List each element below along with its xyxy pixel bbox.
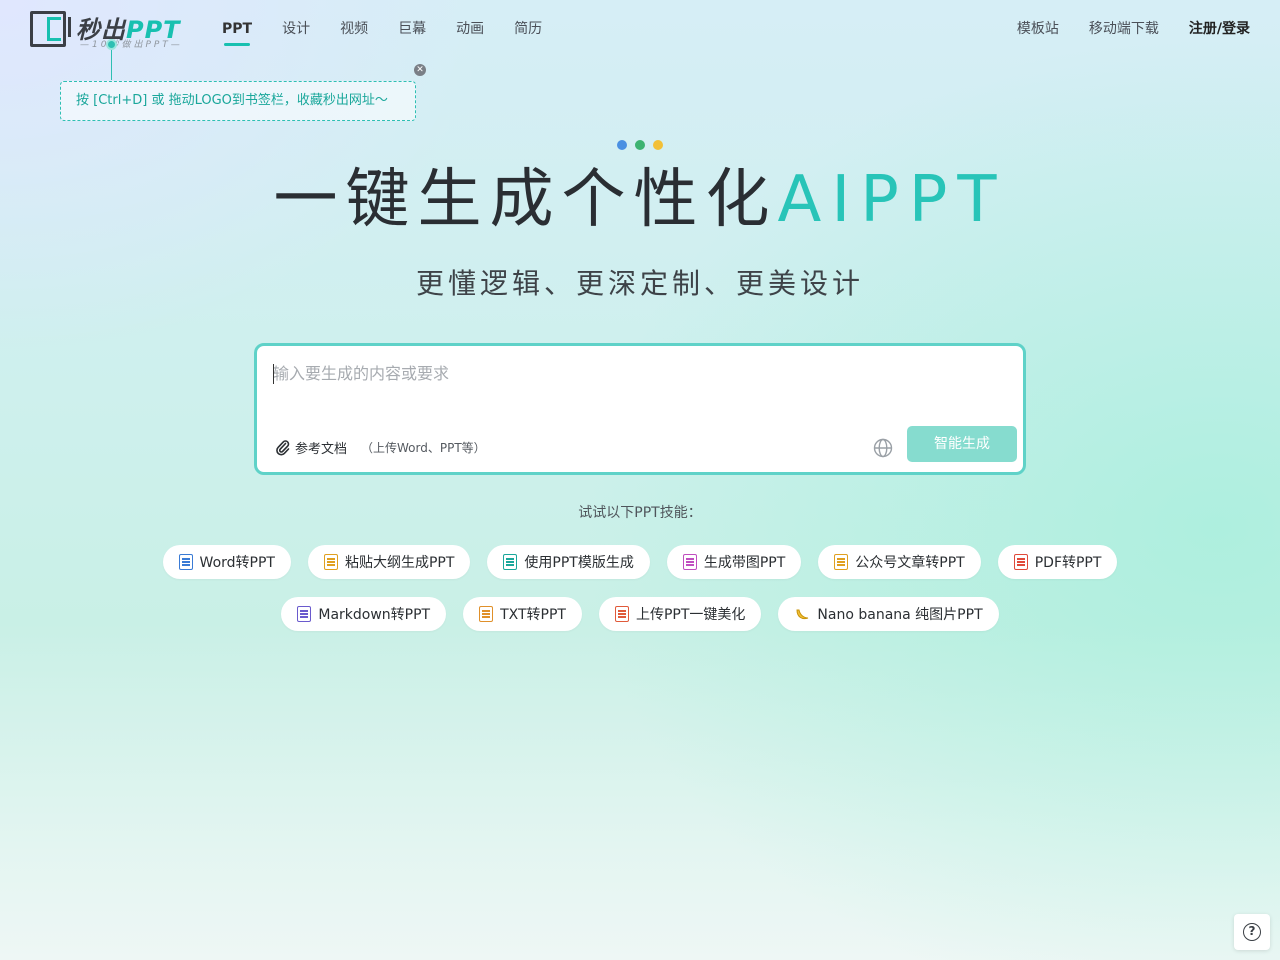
- nav-item-giant-screen[interactable]: 巨幕: [398, 20, 426, 46]
- skill-label: 公众号文章转PPT: [855, 555, 965, 571]
- banana-icon: [796, 609, 809, 620]
- mobile-download-link[interactable]: 移动端下载: [1089, 20, 1159, 38]
- image-doc-icon: [682, 554, 697, 570]
- skill-label: 上传PPT一键美化: [635, 607, 746, 623]
- nav-item-ppt[interactable]: PPT: [222, 20, 252, 46]
- nav-item-animation[interactable]: 动画: [456, 20, 484, 46]
- paperclip-icon: [276, 439, 290, 455]
- globe-icon[interactable]: [871, 436, 895, 460]
- skill-label: Markdown转PPT: [318, 607, 431, 623]
- dot-green: [635, 140, 645, 150]
- attach-hint: （上传Word、PPT等）: [361, 441, 486, 455]
- attach-document-button[interactable]: 参考文档 （上传Word、PPT等）: [275, 438, 486, 457]
- prompt-card: 参考文档 （上传Word、PPT等） 智能生成: [254, 343, 1026, 475]
- skill-word-to-ppt[interactable]: Word转PPT: [162, 545, 291, 579]
- skill-beautify-ppt[interactable]: 上传PPT一键美化: [598, 597, 762, 631]
- skill-label: Word转PPT: [199, 555, 275, 571]
- skill-label: PDF转PPT: [1034, 555, 1102, 571]
- markdown-doc-icon: [297, 606, 312, 622]
- logo-icon: [30, 11, 71, 47]
- hero-title: 一键生成个性化AIPPT: [273, 163, 1007, 237]
- hero-subtitle: 更懂逻辑、更深定制、更美设计: [415, 267, 864, 300]
- skill-pdf-to-ppt[interactable]: PDF转PPT: [997, 545, 1118, 579]
- prompt-input[interactable]: [273, 360, 1003, 420]
- generate-button[interactable]: 智能生成: [907, 426, 1017, 462]
- template-icon: [503, 554, 518, 570]
- txt-doc-icon: [479, 606, 494, 622]
- tip-pointer-dot: [106, 39, 117, 50]
- bookmark-tip: 按 [Ctrl+D] 或 拖动LOGO到书签栏，收藏秒出网址～: [60, 81, 416, 121]
- skill-label: 使用PPT模版生成: [524, 555, 634, 571]
- skill-template-generate[interactable]: 使用PPT模版生成: [487, 545, 650, 579]
- dot-yellow: [653, 140, 663, 150]
- templates-link[interactable]: 模板站: [1017, 20, 1059, 38]
- logo-tagline: —10秒做出PPT—: [80, 40, 183, 50]
- skills-row-2: Markdown转PPT TXT转PPT 上传PPT一键美化 Nano bana…: [0, 597, 1280, 631]
- skill-article-to-ppt[interactable]: 公众号文章转PPT: [818, 545, 981, 579]
- word-doc-icon: [178, 554, 193, 570]
- article-doc-icon: [834, 554, 849, 570]
- skill-image-ppt[interactable]: 生成带图PPT: [666, 545, 802, 579]
- skill-label: Nano banana 纯图片PPT: [817, 607, 983, 623]
- skill-label: 粘贴大纲生成PPT: [344, 555, 455, 571]
- skills-label: 试试以下PPT技能：: [578, 505, 702, 521]
- skill-label: 生成带图PPT: [703, 555, 786, 571]
- help-button[interactable]: ?: [1234, 914, 1270, 950]
- dot-blue: [617, 140, 627, 150]
- top-header: 秒出PPT —10秒做出PPT— PPT 设计 视频 巨幕 动画 简历 模板站 …: [0, 0, 1280, 60]
- main-nav: PPT 设计 视频 巨幕 动画 简历: [222, 20, 572, 46]
- attach-label: 参考文档: [295, 442, 348, 457]
- close-icon[interactable]: ✕: [414, 64, 426, 76]
- login-link[interactable]: 注册/登录: [1189, 20, 1250, 38]
- pdf-doc-icon: [1013, 554, 1028, 570]
- ppt-doc-icon: [614, 606, 629, 622]
- skill-nano-banana[interactable]: Nano banana 纯图片PPT: [778, 597, 999, 631]
- skills-row-1: Word转PPT 粘贴大纲生成PPT 使用PPT模版生成 生成带图PPT 公众号…: [0, 545, 1280, 579]
- skill-outline-to-ppt[interactable]: 粘贴大纲生成PPT: [307, 545, 471, 579]
- nav-item-resume[interactable]: 简历: [514, 20, 542, 46]
- outline-doc-icon: [323, 554, 338, 570]
- help-icon: ?: [1243, 923, 1261, 941]
- nav-item-design[interactable]: 设计: [282, 20, 310, 46]
- hero-title-accent: AIPPT: [777, 163, 1007, 237]
- hero-dots: [617, 140, 663, 150]
- skill-txt-to-ppt[interactable]: TXT转PPT: [463, 597, 582, 631]
- tip-pointer-line: [111, 50, 112, 80]
- text-caret: [273, 364, 274, 384]
- skill-label: TXT转PPT: [500, 607, 566, 623]
- skill-markdown-to-ppt[interactable]: Markdown转PPT: [281, 597, 447, 631]
- nav-item-video[interactable]: 视频: [340, 20, 368, 46]
- header-right: 模板站 移动端下载 注册/登录: [987, 20, 1250, 38]
